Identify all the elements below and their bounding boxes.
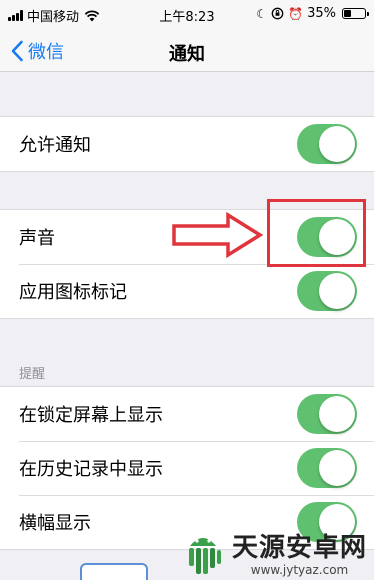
moon-icon: ☾ [256, 6, 268, 21]
watermark-name: 天源安卓网 [232, 533, 368, 563]
cell-history: 在历史记录中显示 [0, 441, 374, 495]
alerts-group: 在锁定屏幕上显示 在历史记录中显示 横幅显示 [0, 386, 374, 550]
cell-label: 横幅显示 [19, 513, 91, 534]
battery-fill [344, 10, 351, 17]
highlight-box-annotation [267, 199, 366, 267]
orientation-lock-icon [271, 7, 284, 20]
battery-icon [342, 8, 369, 19]
cell-label: 应用图标标记 [19, 282, 127, 303]
watermark: 天源安卓网 www.jytyaz.com [180, 532, 367, 578]
cell-allow-notifications: 允许通知 [0, 117, 374, 171]
cell-label: 声音 [19, 228, 55, 249]
toggle-knob [319, 273, 355, 309]
status-right: ☾ ⏰ 35% [256, 6, 369, 21]
nav-bar: 微信 通知 [0, 30, 374, 72]
page-title: 通知 [169, 44, 205, 65]
history-toggle[interactable] [297, 448, 357, 488]
red-arrow-annotation [172, 212, 264, 258]
cell-label: 允许通知 [19, 135, 91, 156]
cell-badge: 应用图标标记 [0, 264, 374, 318]
toggle-knob [319, 126, 355, 162]
cell-lock-screen: 在锁定屏幕上显示 [0, 387, 374, 441]
watermark-url: www.jytyaz.com [250, 563, 349, 577]
cell-label: 在锁定屏幕上显示 [19, 405, 163, 426]
toggle-knob [319, 450, 355, 486]
allow-notifications-toggle[interactable] [297, 124, 357, 164]
badge-toggle[interactable] [297, 271, 357, 311]
toggle-knob [319, 396, 355, 432]
lock-screen-toggle[interactable] [297, 394, 357, 434]
battery-percent: 35% [307, 6, 336, 21]
android-logo-icon [189, 538, 221, 574]
alerts-section-header: 提醒 [19, 367, 46, 382]
alarm-icon: ⏰ [288, 6, 304, 21]
status-bar: 中国移动 上午8:23 ☾ ⏰ 35% [0, 0, 374, 30]
cell-label: 在历史记录中显示 [19, 459, 163, 480]
allow-group: 允许通知 [0, 116, 374, 172]
bottom-button[interactable] [80, 563, 148, 580]
